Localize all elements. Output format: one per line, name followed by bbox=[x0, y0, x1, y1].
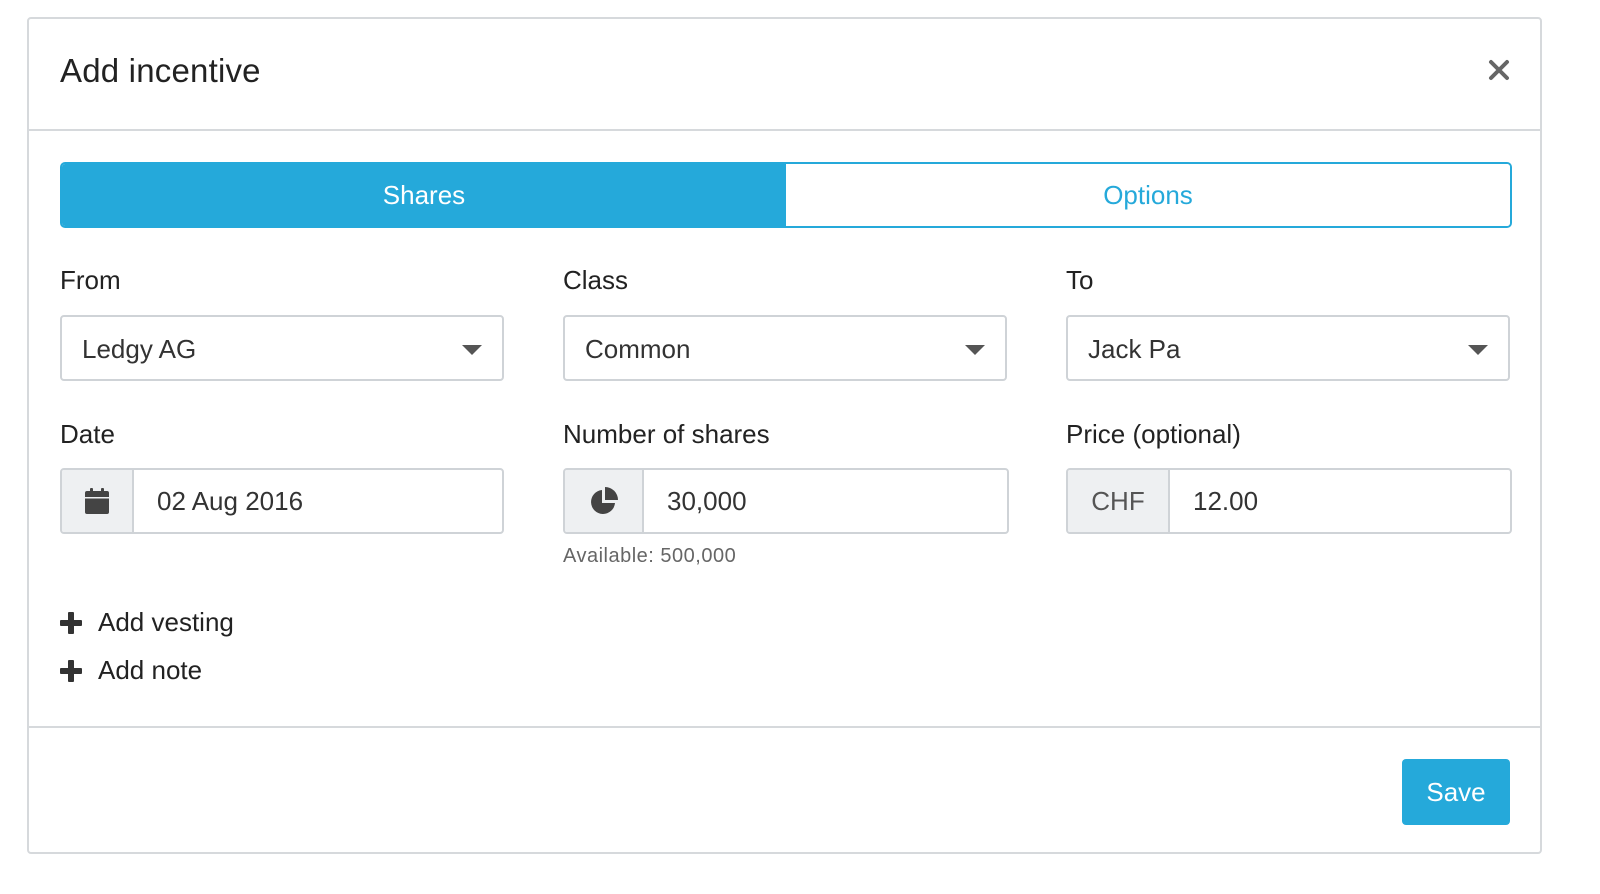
date-addon[interactable] bbox=[62, 470, 134, 532]
tab-options[interactable]: Options bbox=[786, 164, 1510, 226]
to-select[interactable]: Jack Pa bbox=[1066, 315, 1510, 381]
date-input-group: 02 Aug 2016 bbox=[60, 468, 504, 534]
to-label: To bbox=[1066, 265, 1094, 295]
incentive-type-tabs: Shares Options bbox=[60, 162, 1512, 228]
price-input-group: CHF 12.00 bbox=[1066, 468, 1512, 534]
shares-input[interactable]: 30,000 bbox=[644, 470, 1007, 532]
from-select-value: Ledgy AG bbox=[82, 334, 197, 364]
chevron-down-icon bbox=[462, 345, 482, 355]
currency-addon: CHF bbox=[1068, 470, 1170, 532]
add-note-label: Add note bbox=[98, 655, 203, 685]
plus-icon bbox=[60, 659, 82, 682]
price-input[interactable]: 12.00 bbox=[1170, 470, 1510, 532]
date-label: Date bbox=[60, 419, 115, 449]
from-label: From bbox=[60, 265, 121, 295]
price-label: Price (optional) bbox=[1066, 419, 1241, 449]
add-incentive-modal: Add incentive Shares Options From Class … bbox=[27, 17, 1542, 854]
shares-input-group: 30,000 bbox=[563, 468, 1009, 534]
close-button[interactable] bbox=[1486, 57, 1512, 83]
available-shares-help: Available: 500,000 bbox=[563, 545, 737, 567]
close-icon bbox=[1489, 60, 1509, 80]
modal-title: Add incentive bbox=[60, 52, 261, 89]
footer-divider bbox=[29, 726, 1540, 728]
add-vesting-label: Add vesting bbox=[98, 607, 234, 637]
pie-chart-icon bbox=[590, 487, 618, 514]
shares-label: Number of shares bbox=[563, 419, 770, 449]
shares-addon bbox=[565, 470, 644, 532]
add-note-link[interactable]: Add note bbox=[60, 655, 202, 686]
class-select[interactable]: Common bbox=[563, 315, 1007, 381]
from-select[interactable]: Ledgy AG bbox=[60, 315, 504, 381]
to-select-value: Jack Pa bbox=[1088, 334, 1181, 364]
chevron-down-icon bbox=[965, 345, 985, 355]
date-input[interactable]: 02 Aug 2016 bbox=[134, 470, 502, 532]
calendar-icon bbox=[85, 488, 109, 514]
tab-shares[interactable]: Shares bbox=[62, 164, 786, 226]
chevron-down-icon bbox=[1468, 345, 1488, 355]
class-select-value: Common bbox=[585, 334, 691, 364]
plus-icon bbox=[60, 611, 82, 634]
add-vesting-link[interactable]: Add vesting bbox=[60, 607, 234, 638]
modal-header: Add incentive bbox=[29, 19, 1540, 131]
class-label: Class bbox=[563, 265, 629, 295]
save-button[interactable]: Save bbox=[1402, 759, 1510, 825]
